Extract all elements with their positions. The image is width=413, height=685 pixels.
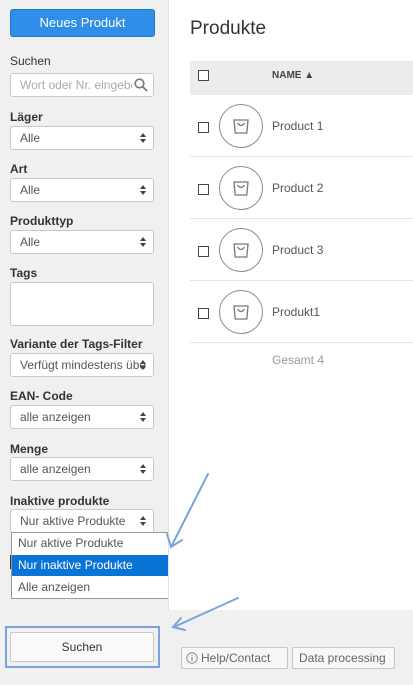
filter-select-art[interactable]: Alle <box>10 178 154 202</box>
inactive-value: Nur aktive Produkte <box>20 514 126 528</box>
search-placeholder: Wort oder Nr. eingeben <box>20 78 132 92</box>
tags-variant-select[interactable]: Verfügt mindestens über <box>10 353 154 377</box>
tags-variant-value: Verfügt mindestens über <box>20 358 146 372</box>
page-title: Produkte <box>190 18 267 39</box>
tags-variant-label: Variante der Tags-Filter <box>10 337 143 351</box>
menge-select[interactable]: alle anzeigen <box>10 457 154 481</box>
table-row[interactable]: Product 3 <box>190 219 413 281</box>
table-row[interactable]: Product 1 <box>190 95 413 157</box>
product-name[interactable]: Product 2 <box>272 181 323 195</box>
product-avatar <box>219 290 263 334</box>
row-checkbox[interactable] <box>198 122 209 133</box>
search-input[interactable]: Wort oder Nr. eingeben <box>10 73 154 97</box>
filter-label-art: Art <box>10 162 28 176</box>
search-label: Suchen <box>10 54 51 68</box>
column-header-name[interactable]: NAME ▲ <box>272 70 314 81</box>
product-name[interactable]: Product 1 <box>272 119 323 133</box>
tags-input[interactable] <box>10 282 154 326</box>
select-all-checkbox[interactable] <box>198 70 209 81</box>
product-name[interactable]: Produkt1 <box>272 305 320 319</box>
menge-value: alle anzeigen <box>20 462 91 476</box>
filter-label-laeger: Läger <box>10 110 43 124</box>
info-icon <box>186 652 198 664</box>
help-contact-label: Help/Contact <box>201 651 271 665</box>
filter-value-produkttyp: Alle <box>20 235 41 249</box>
shopping-bag-icon <box>233 181 249 196</box>
table-row[interactable]: Produkt1 <box>190 281 413 343</box>
inactive-label: Inaktive produkte <box>10 494 110 508</box>
select-arrows-icon <box>140 133 146 143</box>
help-contact-button[interactable]: Help/Contact <box>181 647 288 669</box>
filter-select-laeger[interactable]: Alle <box>10 126 154 150</box>
inactive-select[interactable]: Nur aktive Produkte <box>10 509 154 533</box>
table-row[interactable]: Product 2 <box>190 157 413 219</box>
select-arrows-icon <box>140 237 146 247</box>
row-checkbox[interactable] <box>198 308 209 319</box>
total-count: Gesamt 4 <box>272 353 325 367</box>
shopping-bag-icon <box>233 243 249 258</box>
select-arrows-icon <box>140 412 146 422</box>
product-avatar <box>219 104 263 148</box>
filter-value-art: Alle <box>20 183 41 197</box>
tags-label: Tags <box>10 266 38 280</box>
select-arrows-icon <box>140 464 146 474</box>
new-product-button[interactable]: Neues Produkt <box>10 9 155 37</box>
shopping-bag-icon <box>233 119 249 134</box>
ean-select[interactable]: alle anzeigen <box>10 405 154 429</box>
product-avatar <box>219 228 263 272</box>
select-arrows-icon <box>140 360 146 370</box>
filter-select-produkttyp[interactable]: Alle <box>10 230 154 254</box>
select-arrows-icon <box>140 185 146 195</box>
select-arrows-icon <box>140 516 146 526</box>
row-checkbox[interactable] <box>198 246 209 257</box>
search-button[interactable]: Suchen <box>10 632 154 662</box>
search-icon[interactable] <box>134 78 148 92</box>
product-avatar <box>219 166 263 210</box>
menge-label: Menge <box>10 442 49 456</box>
filter-label-produkttyp: Produkttyp <box>10 214 74 228</box>
shopping-bag-icon <box>233 305 249 320</box>
data-processing-button[interactable]: Data processing <box>292 647 395 669</box>
ean-label: EAN- Code <box>10 389 73 403</box>
row-checkbox[interactable] <box>198 184 209 195</box>
product-name[interactable]: Product 3 <box>272 243 323 257</box>
filter-value-laeger: Alle <box>20 131 41 145</box>
ean-value: alle anzeigen <box>20 410 91 424</box>
